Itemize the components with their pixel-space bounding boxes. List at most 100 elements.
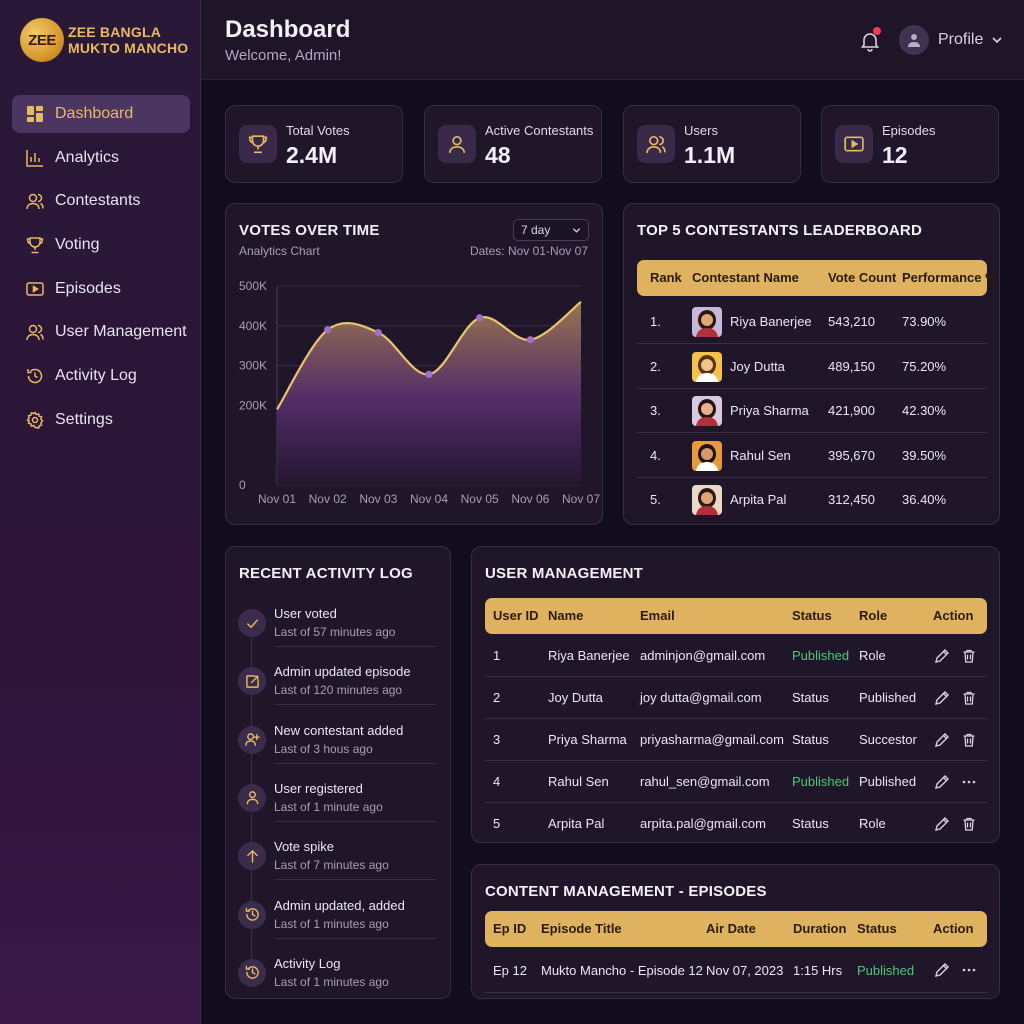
edit-icon[interactable] bbox=[934, 962, 950, 978]
contestant-name: Arpita Pal bbox=[730, 492, 787, 507]
stat-value: 12 bbox=[882, 142, 908, 168]
sidebar-item-voting[interactable]: Voting bbox=[12, 226, 190, 264]
col-name: Name bbox=[548, 608, 584, 623]
table-row[interactable]: 3 Priya Sharma priyasharma@gmail.com Sta… bbox=[485, 719, 987, 761]
y-tick-label: 0 bbox=[239, 478, 246, 492]
user-role: Role bbox=[859, 816, 886, 831]
trash-icon[interactable] bbox=[961, 648, 977, 664]
trophy-icon bbox=[239, 125, 277, 163]
stat-card-total-votes: Total Votes 2.4M bbox=[225, 105, 403, 183]
chevron-down-icon bbox=[992, 37, 1002, 44]
edit-icon bbox=[238, 667, 266, 696]
data-point[interactable] bbox=[476, 314, 484, 322]
table-row[interactable]: 4. Rahul Sen 395,670 39.50% bbox=[637, 434, 987, 478]
sidebar-item-analytics[interactable]: Analytics bbox=[12, 139, 190, 177]
activity-time: Last of 7 minutes ago bbox=[274, 858, 389, 873]
edit-icon[interactable] bbox=[934, 732, 950, 748]
activity-title: New contestant added bbox=[274, 722, 404, 738]
history-icon bbox=[27, 368, 43, 384]
user-email: joy dutta@gmail.com bbox=[640, 690, 762, 705]
sidebar: ZEE ZEE BANGLA MUKTO MANCHO Dashboard An… bbox=[0, 0, 201, 1024]
trash-icon[interactable] bbox=[961, 732, 977, 748]
table-row[interactable]: 5. Arpita Pal 312,450 36.40% bbox=[637, 478, 987, 522]
activity-item[interactable]: Activity Log Last of 1 minutes ago bbox=[238, 951, 438, 1009]
sidebar-item-dashboard[interactable]: Dashboard bbox=[12, 95, 190, 133]
y-tick-label: 200K bbox=[239, 398, 267, 412]
col-email: Email bbox=[640, 608, 675, 623]
col-rank: Rank bbox=[650, 270, 682, 285]
sidebar-item-label: Episodes bbox=[55, 279, 121, 297]
edit-icon[interactable] bbox=[934, 648, 950, 664]
performance: 42.30% bbox=[902, 403, 947, 418]
edit-icon[interactable] bbox=[934, 816, 950, 832]
activity-item[interactable]: User registered Last of 1 minute ago bbox=[238, 776, 438, 834]
table-row[interactable]: 5 Arpita Pal arpita.pal@gmail.com Status… bbox=[485, 803, 987, 845]
episodes-title: CONTENT MANAGEMENT - EPISODES bbox=[485, 883, 767, 900]
data-point[interactable] bbox=[425, 370, 433, 378]
contestant-avatar bbox=[692, 396, 722, 426]
activity-item[interactable]: Vote spike Last of 7 minutes ago bbox=[238, 834, 438, 892]
user-role: Role bbox=[859, 648, 886, 663]
contestant-name: Riya Banerjee bbox=[730, 314, 812, 329]
table-row[interactable]: Ep 12 Mukto Mancho - Episode 12 Nov 07, … bbox=[485, 949, 987, 993]
table-row[interactable]: 4 Rahul Sen rahul_sen@gmail.com Publishe… bbox=[485, 761, 987, 803]
user-role: Succestor bbox=[859, 732, 917, 747]
stat-value: 1.1M bbox=[684, 142, 736, 168]
activity-item[interactable]: Admin updated, added Last of 1 minutes a… bbox=[238, 893, 438, 951]
table-row[interactable]: 3. Priya Sharma 421,900 42.30% bbox=[637, 389, 987, 433]
sidebar-item-label: Voting bbox=[55, 236, 100, 254]
notification-bell-icon[interactable] bbox=[859, 27, 881, 52]
sidebar-item-label: Activity Log bbox=[55, 367, 137, 385]
sidebar-item-episodes[interactable]: Episodes bbox=[12, 270, 190, 308]
data-point[interactable] bbox=[374, 328, 382, 337]
sidebar-item-activity-log[interactable]: Activity Log bbox=[12, 357, 190, 395]
x-tick-label: Nov 06 bbox=[511, 492, 549, 506]
edit-icon[interactable] bbox=[934, 774, 950, 790]
activity-item[interactable]: New contestant added Last of 3 hous ago bbox=[238, 718, 438, 776]
profile-menu[interactable]: Profile bbox=[899, 25, 1003, 55]
sidebar-item-user-management[interactable]: User Management bbox=[12, 313, 190, 351]
sidebar-item-settings[interactable]: Settings bbox=[12, 401, 190, 439]
col-action: Action bbox=[933, 921, 974, 936]
episode-air-date: Nov 07, 2023 bbox=[706, 963, 784, 978]
edit-icon[interactable] bbox=[934, 690, 950, 706]
x-tick-label: Nov 04 bbox=[410, 492, 448, 506]
table-row[interactable]: 1. Riya Banerjee 543,210 73.90% bbox=[637, 300, 987, 344]
history-icon bbox=[238, 958, 266, 987]
episode-id: Ep 12 bbox=[493, 963, 527, 978]
user-name: Riya Banerjee bbox=[548, 648, 630, 663]
data-point[interactable] bbox=[526, 336, 534, 344]
stat-label: Episodes bbox=[882, 123, 936, 138]
trash-icon[interactable] bbox=[961, 690, 977, 706]
user-role: Published bbox=[859, 774, 917, 789]
sidebar-item-contestants[interactable]: Contestants bbox=[12, 182, 190, 220]
data-point[interactable] bbox=[324, 326, 332, 334]
activity-item[interactable]: Admin updated episode Last of 120 minute… bbox=[238, 659, 438, 717]
col-duration: Duration bbox=[793, 921, 847, 936]
user-name: Priya Sharma bbox=[548, 732, 627, 747]
stat-label: Users bbox=[684, 123, 718, 138]
stat-card-active-contestants: Active Contestants 48 bbox=[424, 105, 602, 183]
activity-item[interactable]: User voted Last of 57 minutes ago bbox=[238, 601, 438, 659]
more-icon[interactable] bbox=[961, 962, 977, 978]
trash-icon[interactable] bbox=[961, 816, 977, 832]
more-icon[interactable] bbox=[961, 774, 977, 790]
activity-time: Last of 1 minutes ago bbox=[274, 916, 389, 931]
episodes-card: CONTENT MANAGEMENT - EPISODES Ep ID Epis… bbox=[471, 864, 1000, 999]
users-icon bbox=[26, 194, 44, 210]
user-icon bbox=[908, 34, 920, 47]
brand-logo[interactable]: ZEE ZEE BANGLA MUKTO MANCHO bbox=[20, 18, 188, 62]
user-table-header: User ID Name Email Status Role Action bbox=[485, 598, 987, 634]
episode-duration: 1:15 Hrs bbox=[793, 963, 843, 978]
table-row[interactable]: 1 Riya Banerjee adminjon@gmail.com Publi… bbox=[485, 635, 987, 677]
contestant-avatar bbox=[692, 307, 722, 337]
vote-count: 543,210 bbox=[828, 314, 875, 329]
col-role: Role bbox=[859, 608, 888, 623]
status-badge: Published bbox=[792, 774, 850, 789]
table-row[interactable]: 2 Joy Dutta joy dutta@gmail.com Status P… bbox=[485, 677, 987, 719]
divider bbox=[274, 704, 436, 706]
user-plus-icon bbox=[238, 725, 266, 754]
table-row[interactable]: 2. Joy Dutta 489,150 75.20% bbox=[637, 345, 987, 389]
user-management-card: USER MANAGEMENT User ID Name Email Statu… bbox=[471, 546, 1000, 843]
user-name: Rahul Sen bbox=[548, 774, 609, 789]
